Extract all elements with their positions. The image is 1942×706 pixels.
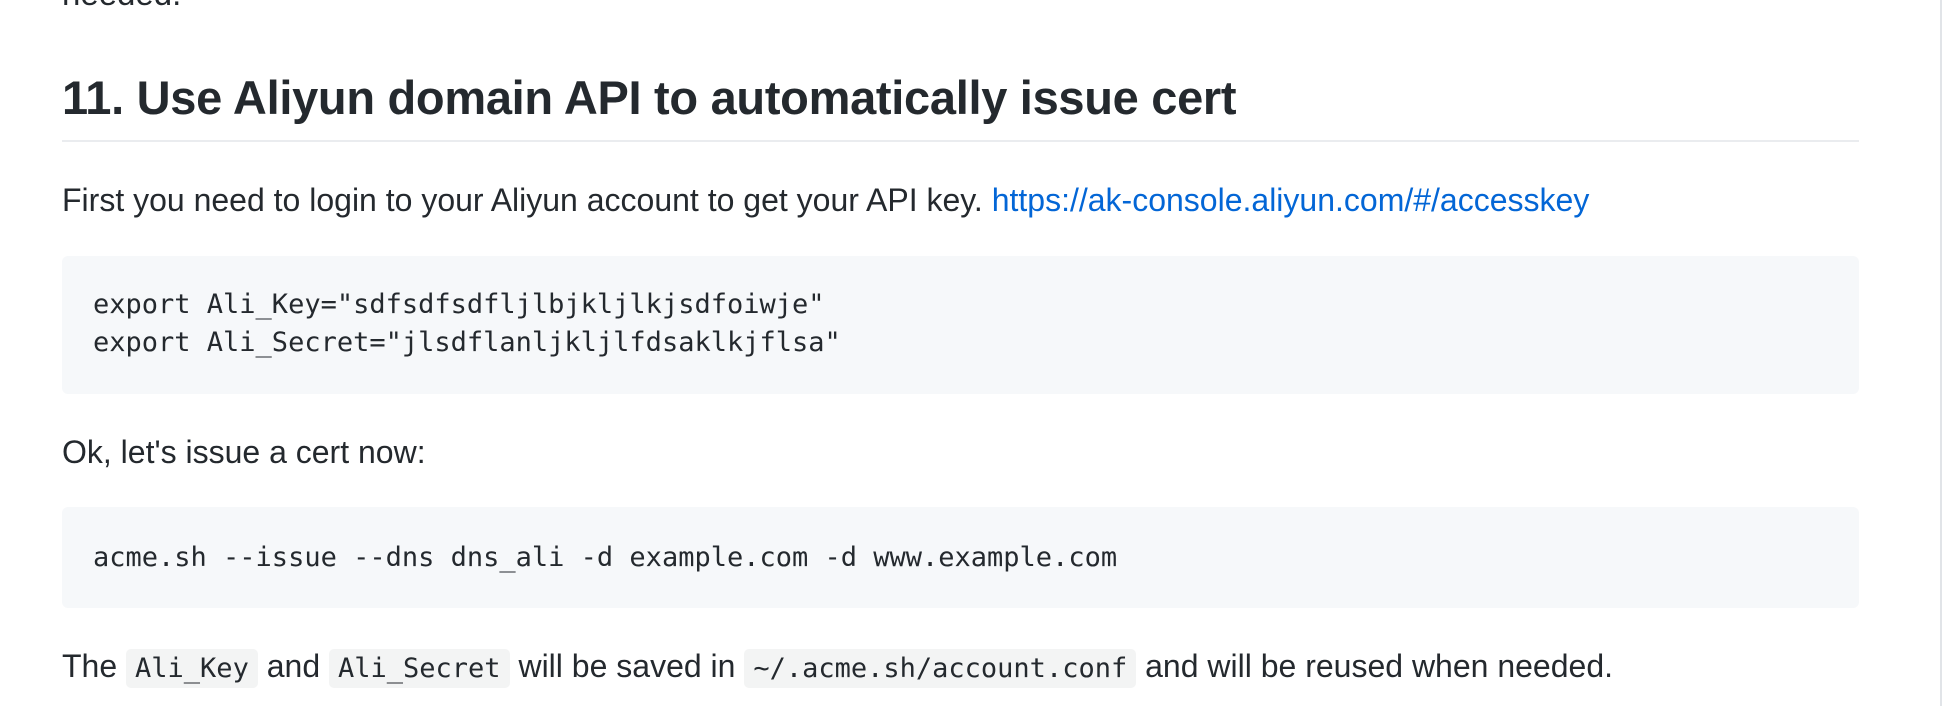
inline-code-ali-secret: Ali_Secret: [329, 649, 510, 688]
section-heading: 11. Use Aliyun domain API to automatical…: [62, 71, 1237, 124]
footer-text: and: [257, 648, 329, 684]
footer-text: and will be reused when needed.: [1136, 648, 1613, 684]
aliyun-accesskey-link[interactable]: https://ak-console.aliyun.com/#/accesske…: [992, 182, 1590, 218]
code-line: export Ali_Secret="jlsdflanljkljlfdsaklk…: [93, 327, 841, 358]
inline-code-account-conf: ~/.acme.sh/account.conf: [744, 649, 1137, 688]
previous-paragraph-tail: needed.: [62, 0, 181, 14]
readme-content: needed. 11. Use Aliyun domain API to aut…: [0, 0, 1942, 706]
footer-text: will be saved in: [509, 648, 745, 684]
intro-paragraph: First you need to login to your Aliyun a…: [62, 180, 1589, 220]
footer-text: The: [62, 648, 127, 684]
code-line: acme.sh --issue --dns dns_ali -d example…: [93, 542, 1118, 573]
footer-paragraph: The Ali_Key and Ali_Secret will be saved…: [62, 646, 1613, 689]
code-line: export Ali_Key="sdfsdfsdfljlbjkljlkjsdfo…: [93, 289, 825, 320]
inline-code-ali-key: Ali_Key: [126, 649, 258, 688]
issue-paragraph: Ok, let's issue a cert now:: [62, 434, 426, 470]
code-block-issue-command[interactable]: acme.sh --issue --dns dns_ali -d example…: [62, 507, 1859, 608]
heading-divider: [62, 140, 1859, 142]
code-block-export-keys[interactable]: export Ali_Key="sdfsdfsdfljlbjkljlkjsdfo…: [62, 256, 1859, 394]
intro-text: First you need to login to your Aliyun a…: [62, 182, 992, 218]
